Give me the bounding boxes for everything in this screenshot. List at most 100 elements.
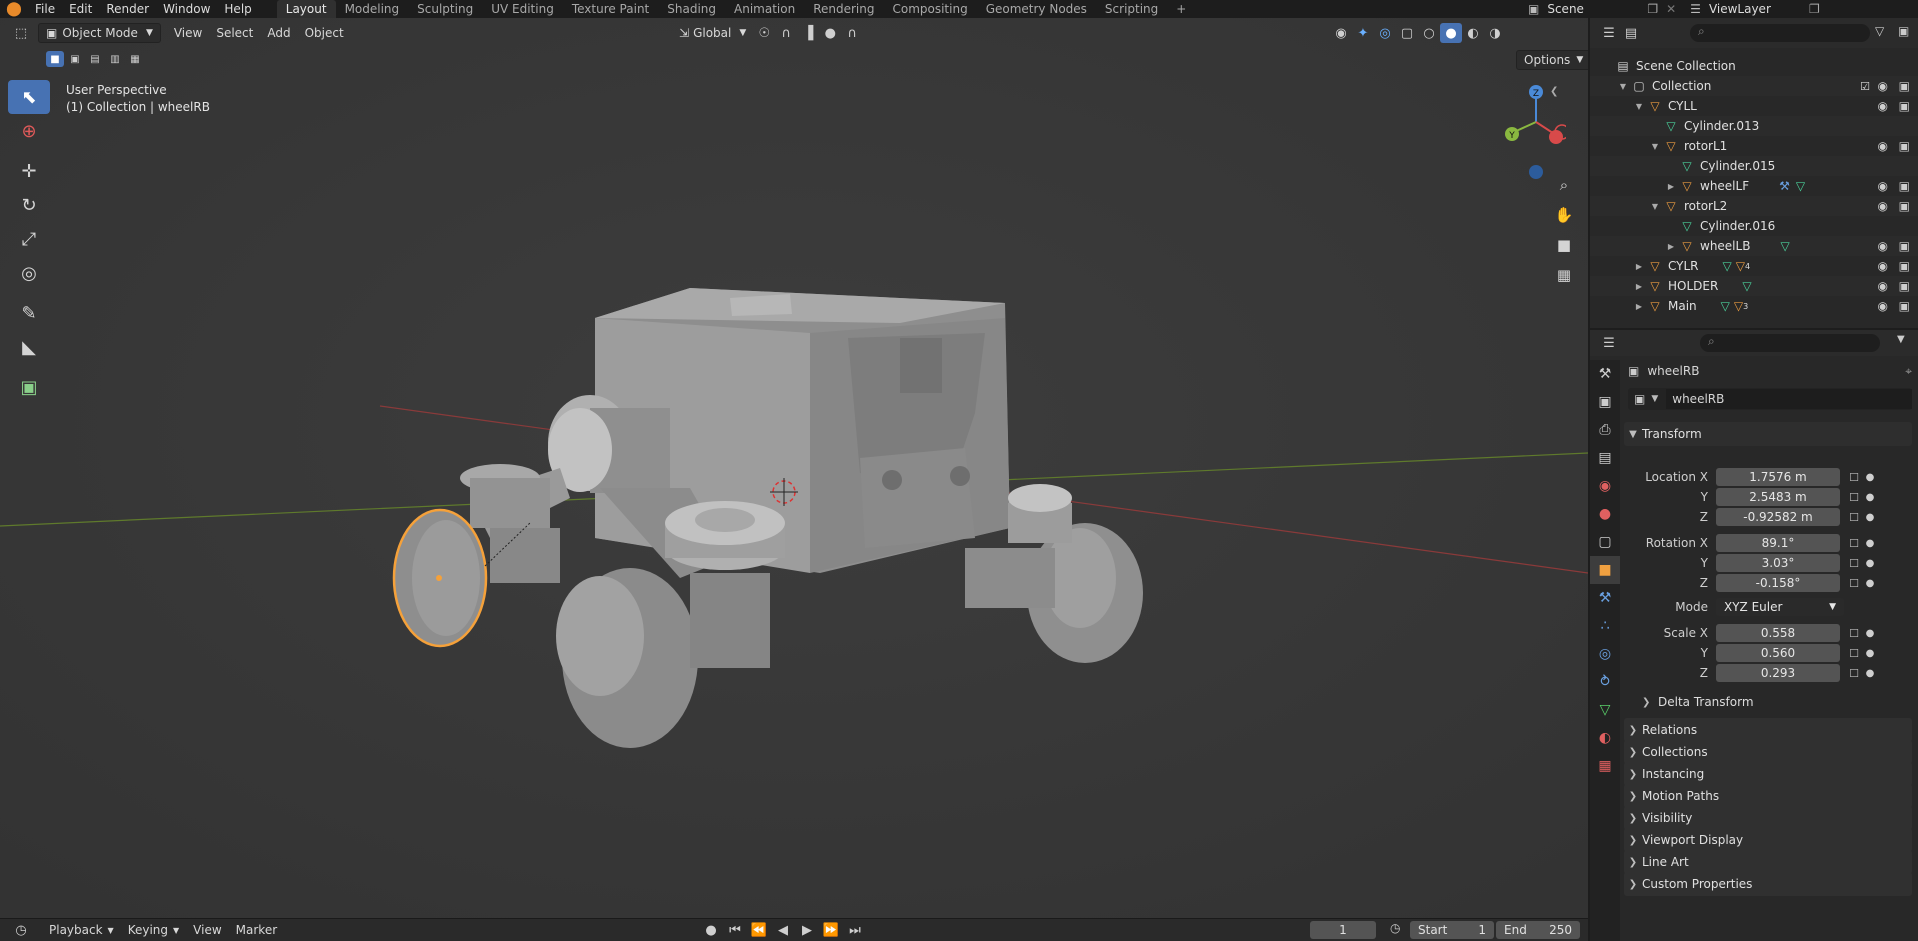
visibility-eye-icon[interactable]: ◉ <box>1878 79 1888 93</box>
lock-icon[interactable]: ☐ <box>1844 537 1864 550</box>
data-tab-icon[interactable]: ▽ <box>1590 696 1620 724</box>
timeline-editor-icon[interactable]: ◷ <box>10 920 32 940</box>
keyframe-dot-icon[interactable]: ● <box>1864 668 1876 679</box>
keyframe-dot-icon[interactable]: ● <box>1864 628 1876 639</box>
workspace-tab-shading[interactable]: Shading <box>658 0 725 18</box>
chevron-down-icon[interactable]: ▼ <box>1616 82 1630 91</box>
blender-logo-icon[interactable]: ⬤ <box>6 1 22 17</box>
jump-start-icon[interactable]: ⏮ <box>724 920 746 940</box>
cursor-tool-icon[interactable]: ⊕ <box>8 114 50 148</box>
outliner-row[interactable]: ▼ ▽ rotorL1 ◉ ▣ <box>1590 136 1918 156</box>
section-visibility[interactable]: ❯ Visibility <box>1624 806 1912 830</box>
outliner-row[interactable]: ▶ ▽ wheelLB ▽ ◉ ▣ <box>1590 236 1918 256</box>
outliner-row[interactable]: ▽ Cylinder.013 <box>1590 116 1918 136</box>
visibility-eye-icon[interactable]: ◉ <box>1878 259 1888 273</box>
end-frame-field[interactable]: End 250 <box>1496 921 1580 939</box>
visibility-eye-icon[interactable]: ◉ <box>1878 199 1888 213</box>
render-camera-icon[interactable]: ▣ <box>1899 239 1910 253</box>
play-reverse-icon[interactable]: ◀ <box>772 920 794 940</box>
menu-edit[interactable]: Edit <box>62 0 99 18</box>
workspace-tab-layout[interactable]: Layout <box>276 0 336 18</box>
lock-icon[interactable]: ☐ <box>1844 647 1864 660</box>
current-frame-field[interactable]: 1 <box>1310 921 1376 939</box>
add-cube-tool-icon[interactable]: ▣ <box>8 370 50 404</box>
proportional-edit-icon[interactable]: ● <box>819 23 841 43</box>
select-new-icon[interactable]: ■ <box>46 51 64 67</box>
annotate-tool-icon[interactable]: ✎ <box>8 296 50 330</box>
camera-view-icon[interactable]: ■ <box>1551 232 1577 258</box>
viewport-scene[interactable] <box>0 18 1588 918</box>
3d-viewport[interactable]: ⬚ ▣ Object Mode ▼ View Select Add Object ⇲ … <box>0 18 1588 918</box>
rotate-tool-icon[interactable]: ↻ <box>8 188 50 222</box>
new-scene-icon[interactable]: ❐ <box>1647 2 1658 16</box>
viewport-menu-view[interactable]: View <box>167 23 209 43</box>
render-camera-icon[interactable]: ▣ <box>1899 259 1910 273</box>
render-camera-icon[interactable]: ▣ <box>1899 79 1910 93</box>
section-viewport-display[interactable]: ❯ Viewport Display <box>1624 828 1912 852</box>
viewport-menu-select[interactable]: Select <box>209 23 260 43</box>
gizmo-toggle-icon[interactable]: ✦ <box>1352 23 1374 43</box>
rotation-y-field[interactable]: 3.03° <box>1716 554 1840 572</box>
new-view-layer-icon[interactable]: ❐ <box>1809 2 1820 16</box>
scene-tab-icon[interactable]: ◉ <box>1590 472 1620 500</box>
material-tab-icon[interactable]: ◐ <box>1590 724 1620 752</box>
modifier-tab-icon[interactable]: ⚒ <box>1590 584 1620 612</box>
workspace-tab-animation[interactable]: Animation <box>725 0 804 18</box>
clock-icon[interactable]: ◷ <box>1390 921 1400 935</box>
outliner-search-input[interactable]: ⌕ <box>1690 24 1870 42</box>
render-camera-icon[interactable]: ▣ <box>1899 199 1910 213</box>
filter-icon[interactable]: ▽ <box>1875 24 1884 38</box>
chevron-down-icon[interactable]: ▼ <box>1648 142 1662 151</box>
delta-transform-subpanel[interactable]: ❯ Delta Transform <box>1642 692 1912 712</box>
timeline-menu-playback[interactable]: Playback ▼ <box>42 920 121 940</box>
object-tab-icon[interactable]: ■ <box>1590 556 1620 584</box>
particles-tab-icon[interactable]: ∴ <box>1590 612 1620 640</box>
pivot-point-icon[interactable]: ☉ <box>753 23 775 43</box>
scale-x-field[interactable]: 0.558 <box>1716 624 1840 642</box>
physics-tab-icon[interactable]: ◎ <box>1590 640 1620 668</box>
render-camera-icon[interactable]: ▣ <box>1899 99 1910 113</box>
ortho-toggle-icon[interactable]: ▦ <box>1551 262 1577 288</box>
properties-search-input[interactable]: ⌕ <box>1700 334 1880 352</box>
visibility-eye-icon[interactable]: ◉ <box>1878 239 1888 253</box>
scale-y-field[interactable]: 0.560 <box>1716 644 1840 662</box>
section-motion-paths[interactable]: ❯ Motion Paths <box>1624 784 1912 808</box>
location-y-field[interactable]: 2.5483 m <box>1716 488 1840 506</box>
tool-tab-icon[interactable]: ⚒ <box>1590 360 1620 388</box>
falloff-icon[interactable]: ∩ <box>841 23 863 43</box>
scene-icon[interactable]: ▣ <box>1528 2 1539 16</box>
workspace-tab-texture-paint[interactable]: Texture Paint <box>563 0 658 18</box>
transform-tool-icon[interactable]: ◎ <box>8 256 50 290</box>
select-extend-icon[interactable]: ▣ <box>66 51 84 67</box>
lock-icon[interactable]: ☐ <box>1844 577 1864 590</box>
menu-window[interactable]: Window <box>156 0 217 18</box>
modifier-icon[interactable]: ⚒ <box>1779 179 1790 193</box>
snap-target-icon[interactable]: ▐ <box>797 23 819 43</box>
chevron-right-icon[interactable]: ▶ <box>1664 242 1678 251</box>
object-datablock-field[interactable]: ▣ ▼ wheelRB <box>1628 388 1912 410</box>
outliner-row[interactable]: ▼ ▢ Collection ☑ ◉ ▣ <box>1590 76 1918 96</box>
timeline-menu-marker[interactable]: Marker <box>229 920 284 940</box>
start-frame-field[interactable]: Start 1 <box>1410 921 1494 939</box>
keyframe-dot-icon[interactable]: ● <box>1864 492 1876 503</box>
pin-icon[interactable]: ⌖ <box>1905 364 1912 379</box>
keyframe-dot-icon[interactable]: ● <box>1864 578 1876 589</box>
child-objects-icon[interactable]: ▽ <box>1734 299 1743 313</box>
section-relations[interactable]: ❯ Relations <box>1624 718 1912 742</box>
wireframe-shading-icon[interactable]: ○ <box>1418 23 1440 43</box>
measure-tool-icon[interactable]: ◣ <box>8 330 50 364</box>
view-layer-icon[interactable]: ☰ <box>1690 2 1701 16</box>
section-collections[interactable]: ❯ Collections <box>1624 740 1912 764</box>
chevron-right-icon[interactable]: ▶ <box>1632 282 1646 291</box>
render-tab-icon[interactable]: ▣ <box>1590 388 1620 416</box>
menu-file[interactable]: File <box>28 0 62 18</box>
timeline-menu-view[interactable]: View <box>186 920 228 940</box>
lock-icon[interactable]: ☐ <box>1844 511 1864 524</box>
output-tab-icon[interactable]: ⎙ <box>1590 416 1620 444</box>
move-tool-icon[interactable]: ✛ <box>8 154 50 188</box>
transform-section-header[interactable]: ▼ Transform <box>1624 422 1912 446</box>
lock-icon[interactable]: ☐ <box>1844 471 1864 484</box>
keyframe-dot-icon[interactable]: ● <box>1864 512 1876 523</box>
select-subtract-icon[interactable]: ▤ <box>86 51 104 67</box>
lock-icon[interactable]: ☐ <box>1844 667 1864 680</box>
